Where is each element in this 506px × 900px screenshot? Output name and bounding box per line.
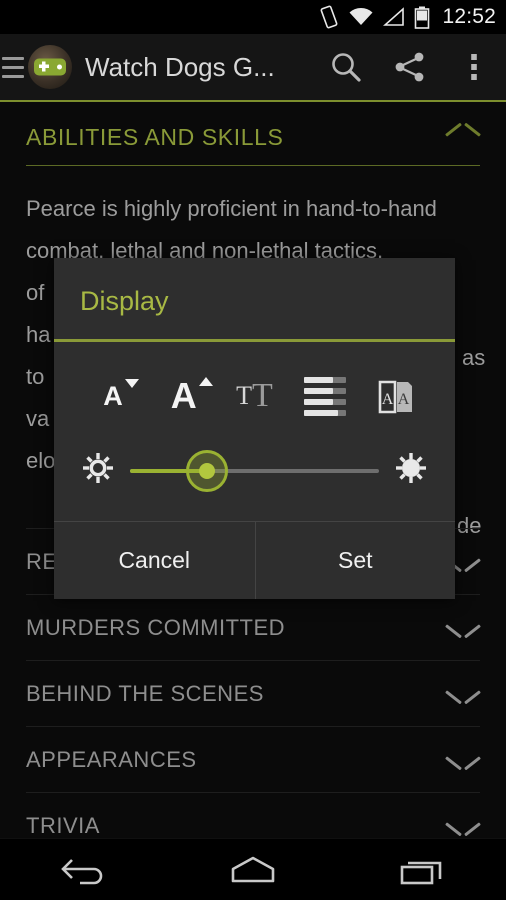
font-family-icon[interactable]: T T [224,368,286,424]
increase-font-size-icon[interactable]: A [153,368,215,424]
dialog-title: Display [80,286,169,316]
brightness-high-icon [393,450,429,491]
brightness-low-icon [80,450,116,491]
decrease-font-letter: A [103,380,123,411]
phone-screen: 12:52 Watch Dogs G... ABILITIES AND SKIL… [0,0,506,900]
nav-bar [0,838,506,900]
line-spacing-icon[interactable] [294,368,356,424]
decrease-font-size-icon[interactable]: A [82,368,144,424]
brightness-slider[interactable] [130,449,379,492]
font-family-letter-large: T [252,377,273,414]
slider-thumb[interactable] [186,449,229,492]
display-dialog: Display A A T T A A Cancel Set [54,258,455,599]
font-family-letter-small: T [236,381,253,410]
dialog-icon-row: A A T T A A [54,342,455,434]
back-icon[interactable] [29,839,139,900]
svg-text:A: A [398,391,410,408]
set-button[interactable]: Set [254,522,456,599]
home-icon[interactable] [198,839,308,900]
svg-text:A: A [382,391,394,408]
increase-font-letter: A [170,375,197,416]
recents-icon[interactable] [367,839,477,900]
dialog-button-row: Cancel Set [54,521,455,599]
brightness-slider-row [54,434,455,521]
cancel-button[interactable]: Cancel [54,522,255,599]
page-style-icon[interactable]: A A [365,368,427,424]
